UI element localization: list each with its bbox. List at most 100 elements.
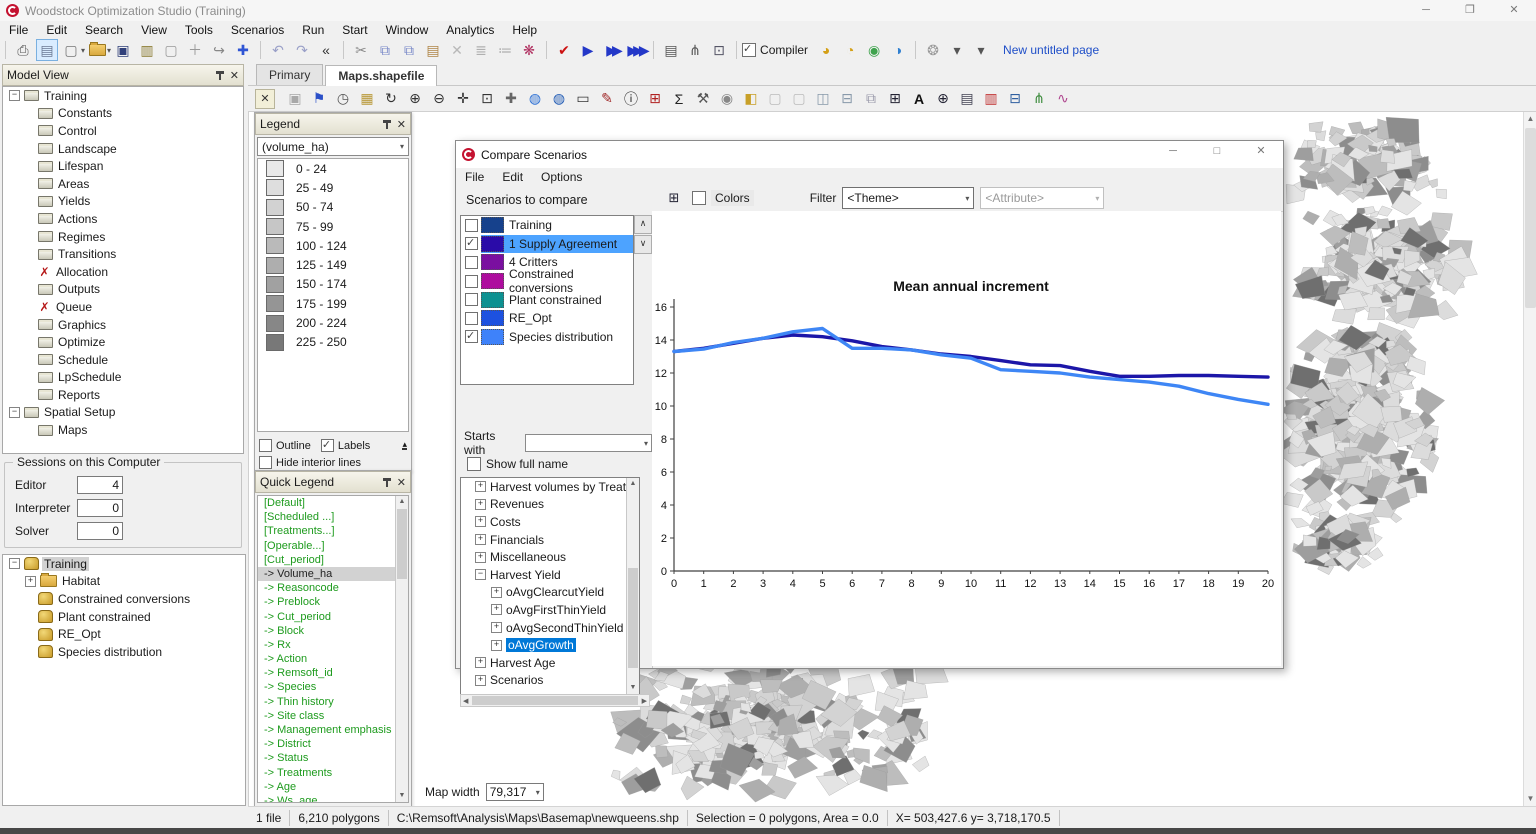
new-document-icon[interactable]: ▢ — [60, 39, 82, 61]
tools-icon[interactable]: ⚒ — [692, 88, 714, 110]
scenario-checkbox[interactable] — [465, 312, 478, 325]
digitize-pen-icon[interactable]: ✎ — [596, 88, 618, 110]
scenario-tree-item[interactable]: Plant constrained — [3, 608, 245, 626]
run-double-icon[interactable]: ▶▶ — [601, 39, 623, 61]
scenario-checkbox[interactable] — [465, 219, 478, 232]
compare-scenario-row[interactable]: Constrained conversions — [461, 272, 633, 291]
scroll-thumb[interactable] — [1525, 128, 1536, 308]
legend-entry[interactable]: 125 - 149 — [258, 255, 408, 274]
output-tree-item[interactable]: +Revenues — [461, 496, 639, 514]
collapse-icon[interactable]: ▴ — [402, 441, 407, 450]
compare-scenario-row[interactable]: 1 Supply Agreement — [461, 235, 633, 254]
zoom-out-icon[interactable]: ⊖ — [428, 88, 450, 110]
attribute-table-icon[interactable]: ⊞ — [884, 88, 906, 110]
scroll-down-icon[interactable]: ▼ — [396, 790, 408, 802]
scroll-down-icon[interactable]: ▼ — [1524, 792, 1536, 806]
expander-icon[interactable]: − — [9, 407, 20, 418]
refresh-icon[interactable]: ↻ — [380, 88, 402, 110]
quick-legend-item[interactable]: [Scheduled ...] — [258, 510, 408, 524]
scenario-checkbox[interactable] — [465, 256, 478, 269]
dialog-menu-edit[interactable]: Edit — [493, 170, 532, 184]
scroll-up-button[interactable]: ∧ — [634, 215, 652, 234]
dropdown-caret2-icon[interactable]: ▾ — [970, 39, 992, 61]
model-tree-item[interactable]: Optimize — [3, 333, 243, 351]
move-icon[interactable]: ✚ — [232, 39, 254, 61]
model-tree-item[interactable]: Control — [3, 122, 243, 140]
compare-scenario-row[interactable]: Species distribution — [461, 328, 633, 347]
close-button[interactable]: ✕ — [1492, 0, 1536, 21]
paint-bucket-icon[interactable]: ◧ — [740, 88, 762, 110]
pages-stack-icon[interactable]: ▤ — [660, 39, 682, 61]
quick-legend-item[interactable]: -> Age — [258, 780, 408, 794]
restore-button[interactable]: ❐ — [1448, 0, 1492, 21]
quick-legend-item[interactable]: -> Cut_period — [258, 610, 408, 624]
dialog-close-button[interactable]: ✕ — [1239, 141, 1283, 162]
compare-scenario-row[interactable]: Training — [461, 216, 633, 235]
scenario-tree-item[interactable]: Species distribution — [3, 643, 245, 661]
profile-icon[interactable]: ∿ — [1052, 88, 1074, 110]
expander-icon[interactable]: − — [475, 569, 486, 580]
save-icon[interactable]: ▣ — [112, 39, 134, 61]
output-tree-item[interactable]: +Financials — [461, 531, 639, 549]
model-tree-item[interactable]: Maps — [3, 421, 243, 439]
run-icon[interactable]: ▶ — [577, 39, 599, 61]
quick-legend-item[interactable]: -> Site class — [258, 709, 408, 723]
output-tree-item[interactable]: +Costs — [461, 513, 639, 531]
label-font-icon[interactable]: A — [908, 88, 930, 110]
dialog-menu-options[interactable]: Options — [532, 170, 591, 184]
quick-legend-item[interactable]: -> Status — [258, 751, 408, 765]
scroll-up-icon[interactable]: ▲ — [396, 496, 408, 508]
scenario-new-icon[interactable]: ◕ — [815, 39, 837, 61]
model-tree-item[interactable]: Landscape — [3, 140, 243, 158]
dropdown-caret-icon[interactable]: ▾ — [81, 46, 85, 55]
scenario-checkbox[interactable] — [465, 237, 478, 250]
legend-entry[interactable]: 100 - 124 — [258, 236, 408, 255]
model-tree-item[interactable]: −Training — [3, 87, 243, 105]
compare-scenario-row[interactable]: Plant constrained — [461, 290, 633, 309]
scenario-copy-icon[interactable]: ◔ — [839, 39, 861, 61]
model-tree-item[interactable]: LpSchedule — [3, 369, 243, 387]
tab-primary[interactable]: Primary — [256, 64, 323, 85]
select-rectangle-icon[interactable]: ▭ — [572, 88, 594, 110]
close-panel-icon[interactable]: ✕ — [397, 118, 406, 131]
quick-legend-item[interactable]: -> Ws_age — [258, 794, 408, 803]
quick-legend-item[interactable]: -> Reasoncode — [258, 581, 408, 595]
legend-entry[interactable]: 225 - 250 — [258, 333, 408, 352]
new-untitled-page-link[interactable]: New untitled page — [1003, 43, 1099, 57]
model-tree-item[interactable]: ✗Queue — [3, 298, 243, 316]
legend-entry[interactable]: 200 - 224 — [258, 313, 408, 332]
output-tree-item[interactable]: +oAvgSecondThinYield — [461, 619, 639, 637]
scroll-thumb[interactable] — [472, 696, 637, 705]
menu-run[interactable]: Run — [293, 22, 333, 38]
quick-legend-item[interactable]: -> Remsoft_id — [258, 666, 408, 680]
scenario-checkbox[interactable] — [465, 275, 478, 288]
expander-icon[interactable]: + — [25, 576, 36, 587]
zoom-in-icon[interactable]: ⊕ — [404, 88, 426, 110]
copy-icon[interactable]: ⧉ — [374, 39, 396, 61]
map-vertical-scrollbar[interactable]: ▲ ▼ — [1523, 112, 1536, 806]
quick-legend-item[interactable]: -> District — [258, 737, 408, 751]
align-set-icon[interactable]: ≔ — [494, 39, 516, 61]
expander-icon[interactable]: − — [9, 558, 20, 569]
close-document-icon[interactable]: ▢ — [160, 39, 182, 61]
scenario-tree-item[interactable]: Constrained conversions — [3, 590, 245, 608]
dialog-menu-file[interactable]: File — [456, 170, 493, 184]
legend-entry[interactable]: 175 - 199 — [258, 294, 408, 313]
query-builder-icon[interactable]: ⊞ — [644, 88, 666, 110]
model-tree-item[interactable]: Constants — [3, 105, 243, 123]
flag-icon[interactable]: ⚑ — [308, 88, 330, 110]
settings-gear-icon[interactable]: ❂ — [922, 39, 944, 61]
session-field-value[interactable]: 0 — [77, 499, 123, 517]
output-tree-item[interactable]: +oAvgFirstThinYield — [461, 601, 639, 619]
paste-icon[interactable]: ▤ — [422, 39, 444, 61]
scroll-down-icon[interactable]: ▼ — [627, 682, 639, 694]
starts-with-select[interactable]: ▾ — [525, 434, 652, 452]
map-width-select[interactable]: 79,317 ▾ — [486, 783, 544, 801]
pin-icon[interactable] — [382, 120, 391, 129]
print-icon[interactable]: ⎙ — [12, 39, 34, 61]
quick-legend-item[interactable]: -> Treatments — [258, 766, 408, 780]
scroll-thumb[interactable] — [397, 509, 407, 579]
scenario-tree-item[interactable]: RE_Opt — [3, 625, 245, 643]
scenario-row-body[interactable]: Training — [481, 216, 633, 235]
back-icon[interactable]: « — [315, 39, 337, 61]
